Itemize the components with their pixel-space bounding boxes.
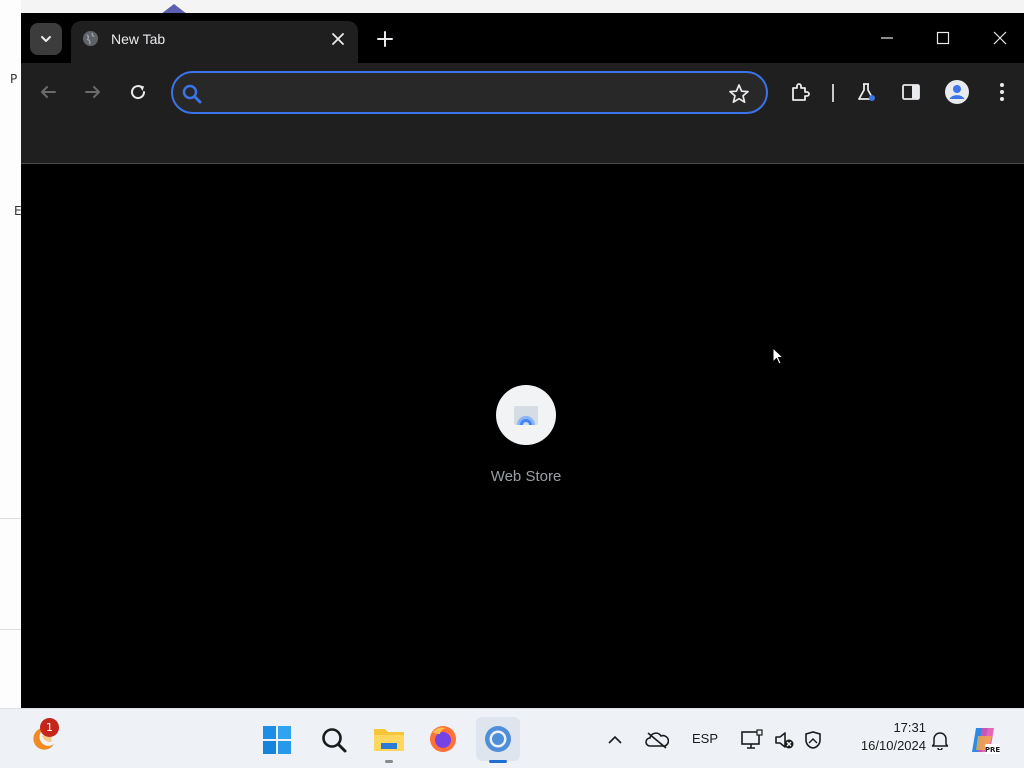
security-button[interactable] — [799, 726, 827, 754]
chevron-up-icon — [608, 735, 622, 744]
search-icon — [322, 728, 347, 753]
volume-button[interactable] — [770, 726, 798, 754]
maximize-icon — [936, 31, 950, 45]
notifications-bell-icon — [931, 732, 949, 750]
plus-icon — [377, 31, 393, 47]
address-bar[interactable] — [171, 71, 768, 114]
running-indicator — [385, 760, 393, 763]
address-input[interactable] — [211, 81, 711, 105]
maximize-button[interactable] — [928, 25, 958, 51]
extensions-button[interactable] — [787, 79, 813, 105]
back-button[interactable] — [35, 79, 61, 105]
firefox-icon — [430, 726, 456, 752]
reload-button[interactable] — [125, 79, 151, 105]
show-hidden-icons-button[interactable] — [604, 729, 626, 751]
tab-search-button[interactable] — [30, 23, 62, 55]
clock[interactable]: 17:31 16/10/2024 — [836, 719, 926, 755]
start-button[interactable] — [259, 722, 295, 758]
desktop-window-edge — [0, 518, 21, 630]
network-button[interactable] — [738, 726, 766, 754]
windows-start-icon — [263, 726, 291, 754]
bookmarks-bar — [21, 121, 1024, 164]
minimize-icon — [881, 37, 893, 39]
language-indicator[interactable]: ESP — [692, 731, 718, 746]
file-explorer-icon — [374, 729, 404, 751]
reload-icon — [131, 85, 146, 100]
desktop-background-top — [21, 0, 1024, 14]
desktop-background-left: P E — [0, 0, 22, 708]
chrome-taskbar-button[interactable] — [476, 717, 520, 761]
copilot-button[interactable]: PRE — [966, 722, 1002, 758]
desktop-text-fragment: P — [10, 72, 18, 86]
avatar-icon — [945, 80, 969, 104]
shortcut-label: Web Store — [490, 468, 562, 485]
browser-window: New Tab Web Store — [21, 13, 1024, 708]
network-icon — [741, 729, 763, 749]
close-window-button[interactable] — [985, 25, 1015, 51]
onedrive-icon — [645, 732, 669, 749]
active-indicator — [489, 760, 507, 763]
puzzle-icon — [792, 83, 810, 101]
search-icon — [182, 84, 202, 104]
profile-button[interactable] — [944, 79, 970, 105]
taskbar-search-button[interactable] — [316, 722, 352, 758]
onedrive-button[interactable] — [643, 726, 671, 754]
clock-time: 17:31 — [893, 720, 926, 735]
side-panel-icon — [902, 84, 920, 100]
browser-toolbar — [21, 63, 1024, 121]
bookmark-star-icon[interactable] — [728, 83, 750, 105]
shortcut-web-store[interactable]: Web Store — [471, 385, 581, 495]
volume-muted-icon — [775, 732, 794, 749]
mouse-cursor-icon — [772, 347, 785, 365]
file-explorer-button[interactable] — [371, 721, 407, 757]
tab-new-tab[interactable]: New Tab — [71, 21, 358, 63]
side-panel-button[interactable] — [898, 79, 924, 105]
forward-button[interactable] — [80, 79, 106, 105]
copilot-icon: PRE — [972, 728, 1000, 754]
tab-title: New Tab — [111, 31, 166, 47]
security-icon — [805, 731, 821, 749]
tab-strip: New Tab — [21, 13, 1024, 63]
notification-badge: 1 — [40, 718, 59, 737]
close-icon — [993, 31, 1007, 45]
tab-close-button[interactable] — [328, 29, 348, 49]
chrome-labs-button[interactable] — [853, 79, 879, 105]
flask-icon — [858, 83, 875, 101]
new-tab-button[interactable] — [373, 27, 397, 51]
shortcut-tile — [496, 385, 556, 445]
minimize-button[interactable] — [872, 25, 902, 51]
firefox-button[interactable] — [425, 721, 461, 757]
taskbar: 1 ESP 17:31 16/10/2024 PRE — [0, 708, 1024, 768]
close-icon — [332, 33, 344, 45]
chrome-menu-button[interactable] — [989, 79, 1015, 105]
notifications-button[interactable] — [927, 726, 953, 754]
chevron-down-icon — [41, 36, 51, 42]
clock-date: 16/10/2024 — [860, 738, 926, 753]
arrow-left-icon — [41, 86, 56, 98]
more-vert-icon — [1000, 83, 1004, 101]
globe-icon — [82, 30, 99, 47]
arrow-right-icon — [85, 86, 100, 98]
chrome-icon — [485, 726, 511, 752]
web-store-icon — [514, 406, 538, 425]
new-tab-page: Web Store — [21, 165, 1024, 708]
toolbar-separator — [832, 84, 834, 102]
svg-text:PRE: PRE — [985, 746, 1000, 754]
